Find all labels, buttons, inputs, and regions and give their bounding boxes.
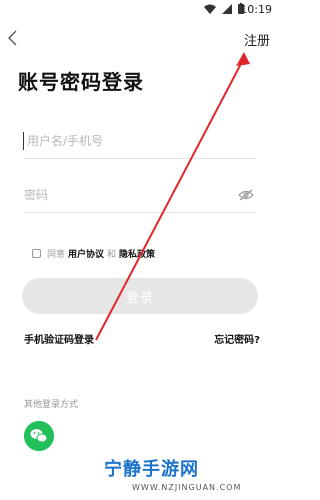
watermark: 宁静手游网 WWW.NZJINGUAN.COM	[104, 453, 264, 497]
watermark-name: 宁静手游网	[104, 459, 199, 480]
agreement-prefix: 同意	[47, 249, 66, 260]
username-input[interactable]	[27, 128, 227, 154]
agreement-conjunction: 和	[107, 249, 117, 260]
wechat-icon[interactable]	[24, 421, 54, 451]
wifi-icon	[204, 4, 216, 14]
forgot-password-link[interactable]: 忘记密码?	[214, 331, 260, 346]
page-title: 账号密码登录	[18, 70, 144, 94]
login-button[interactable]: 登录	[22, 278, 258, 314]
signal-icon	[222, 4, 232, 14]
text-cursor	[23, 132, 24, 150]
status-time: 10:19	[240, 3, 272, 16]
register-button[interactable]: 注册	[244, 30, 270, 49]
back-arrow-icon[interactable]	[4, 28, 24, 48]
agree-checkbox[interactable]	[32, 248, 41, 258]
password-input[interactable]	[24, 182, 224, 208]
eye-icon[interactable]	[238, 188, 254, 202]
other-login-methods-label: 其他登录方式	[24, 400, 79, 410]
sms-login-link[interactable]: 手机验证码登录	[24, 331, 94, 346]
agreement-row: 同意 用户协议 和 隐私政策	[32, 246, 158, 260]
privacy-policy-link[interactable]: 隐私政策	[119, 247, 155, 260]
password-field	[24, 178, 256, 213]
username-field	[23, 124, 256, 159]
watermark-url: WWW.NZJINGUAN.COM	[132, 483, 242, 492]
user-agreement-link[interactable]: 用户协议	[68, 247, 104, 260]
